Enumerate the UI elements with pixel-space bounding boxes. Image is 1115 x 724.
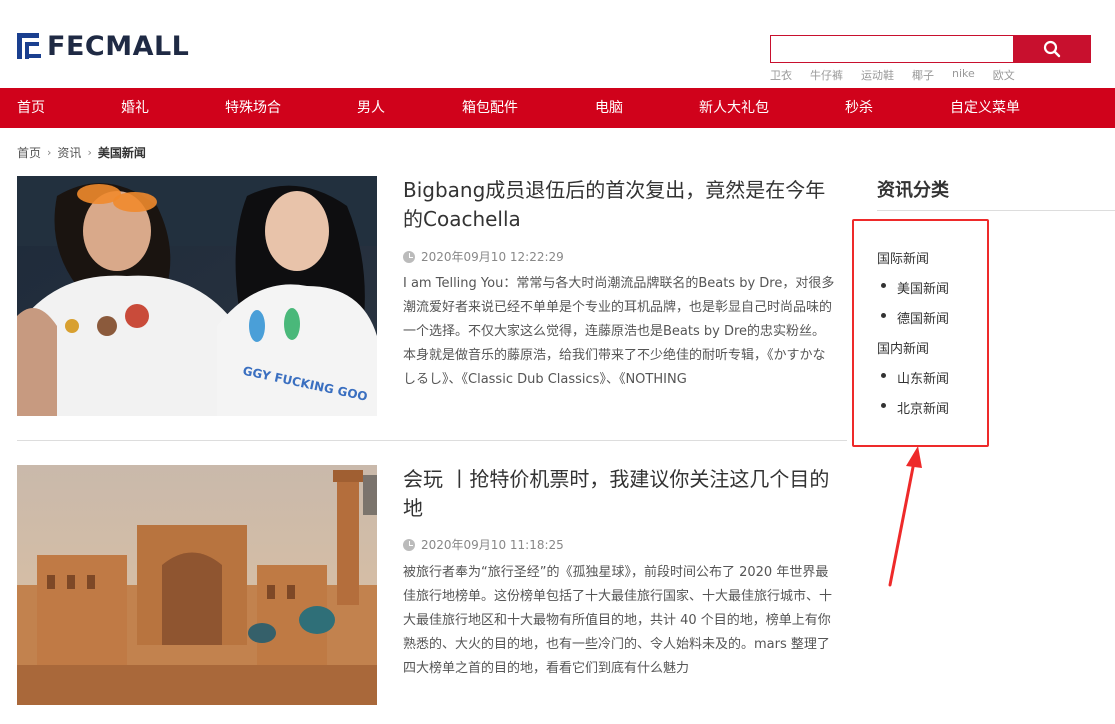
category-item-us-news[interactable]: 美国新闻 [897, 278, 949, 297]
clock-icon [403, 250, 415, 263]
main-nav: 首页 婚礼 特殊场合 男人 箱包配件 电脑 新人大礼包 秒杀 自定义菜单 [0, 88, 1115, 128]
nav-item-men[interactable]: 男人 [357, 88, 385, 128]
article-thumbnail[interactable] [17, 465, 377, 705]
article-item: GGY FUCKING GOO Bigbang成员退伍后的首次复出，竟然是在今年… [17, 176, 847, 416]
hot-search-words: 卫衣 牛仔裤 运动鞋 椰子 nike 欧文 [770, 67, 1033, 83]
article-time-text: 2020年09月10 11:18:25 [421, 538, 564, 552]
bullet-icon [881, 283, 886, 288]
hot-word[interactable]: nike [952, 67, 975, 83]
article-time: 2020年09月10 12:22:29 [403, 248, 564, 265]
category-group-domestic[interactable]: 国内新闻 [877, 338, 929, 357]
nav-item-wedding[interactable]: 婚礼 [121, 88, 149, 128]
chevron-right-icon: › [87, 146, 92, 159]
search-button[interactable] [1013, 35, 1091, 63]
category-group-international[interactable]: 国际新闻 [877, 248, 929, 267]
annotation-arrow-icon [888, 446, 922, 587]
article-time-text: 2020年09月10 12:22:29 [421, 250, 564, 264]
nav-item-flash-sale[interactable]: 秒杀 [845, 88, 873, 128]
article-divider [17, 440, 847, 441]
hot-word[interactable]: 欧文 [993, 67, 1015, 83]
nav-item-special-occasion[interactable]: 特殊场合 [225, 88, 281, 128]
bullet-icon [881, 403, 886, 408]
hot-word[interactable]: 牛仔裤 [810, 67, 843, 83]
category-item-germany-news[interactable]: 德国新闻 [897, 308, 949, 327]
nav-item-newcomer-gift[interactable]: 新人大礼包 [699, 88, 769, 128]
hot-word[interactable]: 椰子 [912, 67, 934, 83]
hot-word[interactable]: 卫衣 [770, 67, 792, 83]
site-logo[interactable]: FECMALL [17, 30, 190, 62]
article-title[interactable]: 会玩 丨抢特价机票时，我建议你关注这几个目的地 [403, 465, 843, 523]
nav-item-custom-menu[interactable]: 自定义菜单 [950, 88, 1020, 128]
hot-word[interactable]: 运动鞋 [861, 67, 894, 83]
nav-item-computer[interactable]: 电脑 [595, 88, 623, 128]
bullet-icon [881, 373, 886, 378]
chevron-right-icon: › [47, 146, 52, 159]
article-summary: 被旅行者奉为“旅行圣经”的《孤独星球》，前段时间公布了 2020 年世界最佳旅行… [403, 565, 833, 676]
breadcrumb-section[interactable]: 资讯 [57, 144, 81, 161]
breadcrumb: 首页 › 资讯 › 美国新闻 [17, 144, 146, 161]
logo-text: FECMALL [47, 30, 190, 62]
search-bar [770, 35, 1091, 63]
breadcrumb-current: 美国新闻 [97, 146, 146, 160]
article-time: 2020年09月10 11:18:25 [403, 536, 564, 553]
article-item: 会玩 丨抢特价机票时，我建议你关注这几个目的地 2020年09月10 11:18… [17, 465, 847, 705]
article-title[interactable]: Bigbang成员退伍后的首次复出，竟然是在今年的Coachella [403, 176, 843, 234]
breadcrumb-home[interactable]: 首页 [17, 144, 41, 161]
article-thumbnail[interactable]: GGY FUCKING GOO [17, 176, 377, 416]
sidebar-divider [877, 210, 1115, 211]
search-icon [1043, 40, 1061, 58]
article-summary: I am Telling You：常常与各大时尚潮流品牌联名的Beats by … [403, 276, 835, 387]
category-item-shandong-news[interactable]: 山东新闻 [897, 368, 949, 387]
nav-item-home[interactable]: 首页 [17, 88, 45, 128]
sidebar-title: 资讯分类 [877, 180, 949, 201]
clock-icon [403, 538, 415, 551]
logo-mark-icon [17, 33, 43, 59]
category-item-beijing-news[interactable]: 北京新闻 [897, 398, 949, 417]
search-input[interactable] [770, 35, 1013, 63]
bullet-icon [881, 313, 886, 318]
nav-item-bags[interactable]: 箱包配件 [462, 88, 518, 128]
